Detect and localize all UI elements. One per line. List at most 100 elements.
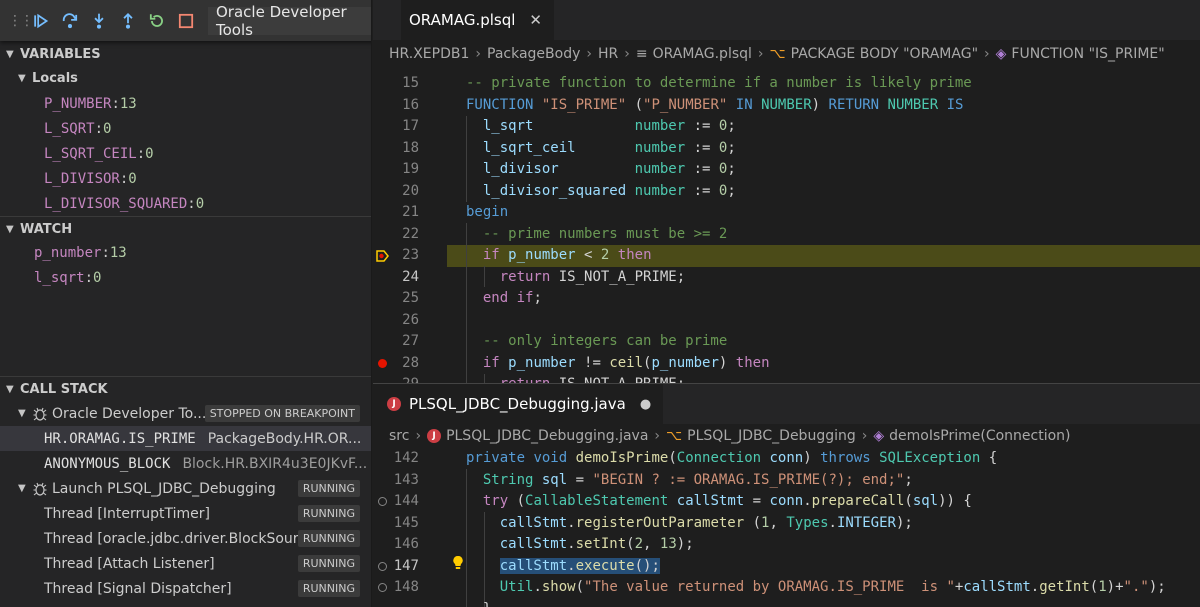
chevron-down-icon: ▼ [18,408,32,419]
line-number: 22 [373,224,419,246]
status-badge: RUNNING [298,530,360,547]
variable-name: P_NUMBER [44,96,111,112]
breadcrumb-item[interactable]: PLSQL_JDBC_Debugging.java [446,428,648,444]
breadcrumb-item[interactable]: ORAMAG.plsql [653,46,752,62]
file-icon: ≡ [636,46,648,62]
continue-icon[interactable] [26,7,55,35]
debug-toolbar: ⋮⋮ Oracle Developer Tools ▼ [0,0,372,41]
tab-plsql-jdbc-debugging[interactable]: J PLSQL_JDBC_Debugging.java ● [373,384,663,424]
breadcrumb: src› J PLSQL_JDBC_Debugging.java› ⌥ PLSQ… [373,423,1200,449]
debug-session-java[interactable]: ▼ Launch PLSQL_JDBC_Debugging RUNNING [0,476,372,501]
line-number: 15 [373,73,419,95]
chevron-down-icon: ▼ [18,73,32,84]
drag-grip-icon[interactable]: ⋮⋮ [8,13,26,29]
breadcrumb-item[interactable]: src [389,428,409,444]
line-number: 25 [373,288,419,310]
debug-session-oracle[interactable]: ▼ Oracle Developer To... STOPPED ON BREA… [0,401,372,426]
watch-row[interactable]: l_sqrt: 0 [0,265,372,290]
thread-label: Thread [InterruptTimer] [44,506,210,522]
variable-row[interactable]: L_DIVISOR: 0 [0,166,372,191]
watch-row[interactable]: p_number: 13 [0,240,372,265]
variable-value: 0 [145,146,153,162]
watch-value: 13 [110,245,127,261]
java-code-view[interactable]: 142private void demoIsPrime(Connection c… [373,448,1200,607]
chevron-down-icon: ▼ [18,483,32,494]
line-number: 143 [373,470,419,492]
breadcrumb-item[interactable]: HR.XEPDB1 [389,46,469,62]
frame-detail: PackageBody.HR.OR... [208,431,362,447]
thread-row[interactable]: Thread [Attach Listener] RUNNING [0,551,372,576]
variable-name: L_SQRT_CEIL [44,146,137,162]
status-badge: STOPPED ON BREAKPOINT [205,405,360,422]
thread-row[interactable]: Thread [Signal Dispatcher] RUNNING [0,576,372,601]
line-number: 18 [373,138,419,160]
variable-value: 0 [103,121,111,137]
breadcrumb-item[interactable]: HR [598,46,618,62]
bug-icon [32,406,48,422]
line-number: 28 [373,353,419,375]
line-number: 29 [373,374,419,383]
frame-detail: Block.HR.BXIR4u3E0JKvF... [182,456,367,472]
status-badge: RUNNING [298,580,360,597]
line-number: 147 [373,556,419,578]
frame-name: HR.ORAMAG.IS_PRIME [44,431,196,447]
restart-icon[interactable] [142,7,171,35]
thread-label: Thread [Signal Dispatcher] [44,581,232,597]
callstack-title: CALL STACK [20,382,108,397]
session-label: Launch PLSQL_JDBC_Debugging [52,481,276,497]
variable-row[interactable]: L_DIVISOR_SQUARED: 0 [0,191,372,216]
breadcrumb-item[interactable]: PACKAGE BODY "ORAMAG" [791,46,978,62]
variable-row[interactable]: L_SQRT_CEIL: 0 [0,141,372,166]
bug-icon [32,481,48,497]
variable-row[interactable]: P_NUMBER: 13 [0,91,372,116]
thread-label: Thread [oracle.jdbc.driver.BlockSour... [44,531,311,547]
variable-row[interactable]: L_SQRT: 0 [0,116,372,141]
locals-scope[interactable]: ▼ Locals [0,66,372,91]
variable-value: 0 [196,196,204,212]
breadcrumb-item[interactable]: demoIsPrime(Connection) [889,428,1070,444]
breadcrumb-item[interactable]: PackageBody [487,46,580,62]
variables-section-header[interactable]: ▼ VARIABLES [0,42,372,66]
tab-oramag-plsql[interactable]: ORAMAG.plsql ✕ [401,0,554,40]
line-number: 26 [373,310,419,332]
stack-frame-selected[interactable]: HR.ORAMAG.IS_PRIME PackageBody.HR.OR... [0,426,372,451]
locals-label: Locals [32,71,78,86]
plsql-code-view[interactable]: 15-- private function to determine if a … [373,73,1200,383]
line-number: 16 [373,95,419,117]
line-number: 21 [373,202,419,224]
line-number: 148 [373,577,419,599]
step-over-icon[interactable] [55,7,84,35]
stack-frame[interactable]: ANONYMOUS_BLOCK Block.HR.BXIR4u3E0JKvF..… [0,451,372,476]
watch-name: l_sqrt [34,270,85,286]
variables-title: VARIABLES [20,47,101,62]
watch-title: WATCH [20,222,72,237]
chevron-down-icon: ▼ [6,49,20,60]
step-into-icon[interactable] [84,7,113,35]
editor-tabbar-bottom: J PLSQL_JDBC_Debugging.java ● [373,384,1200,424]
debug-config-label: Oracle Developer Tools [216,3,372,39]
breadcrumb-item[interactable]: PLSQL_JDBC_Debugging [687,428,856,444]
java-file-icon: J [387,397,401,411]
watch-section-header[interactable]: ▼ WATCH [0,217,372,241]
thread-row[interactable]: Thread [InterruptTimer] RUNNING [0,501,372,526]
line-number: 19 [373,159,419,181]
close-icon[interactable]: ✕ [529,11,542,29]
thread-row[interactable]: Thread [oracle.jdbc.driver.BlockSour... … [0,526,372,551]
callstack-section-header[interactable]: ▼ CALL STACK [0,377,372,401]
step-out-icon[interactable] [113,7,142,35]
line-number: 144 [373,491,419,513]
chevron-down-icon: ▼ [6,224,20,235]
debug-config-select[interactable]: Oracle Developer Tools ▼ [208,7,372,35]
line-number: 27 [373,331,419,353]
tab-label: PLSQL_JDBC_Debugging.java [409,395,626,413]
stop-icon[interactable] [171,7,200,35]
java-file-icon: J [427,429,441,443]
watch-name: p_number [34,245,101,261]
breadcrumb-item[interactable]: FUNCTION "IS_PRIME" [1011,46,1164,62]
method-icon: ◈ [873,428,884,444]
line-number: 23 [373,245,419,267]
unsaved-dot-icon[interactable]: ● [640,397,651,412]
status-badge: RUNNING [298,505,360,522]
thread-label: Thread [Attach Listener] [44,556,215,572]
class-icon: ⌥ [666,428,682,444]
